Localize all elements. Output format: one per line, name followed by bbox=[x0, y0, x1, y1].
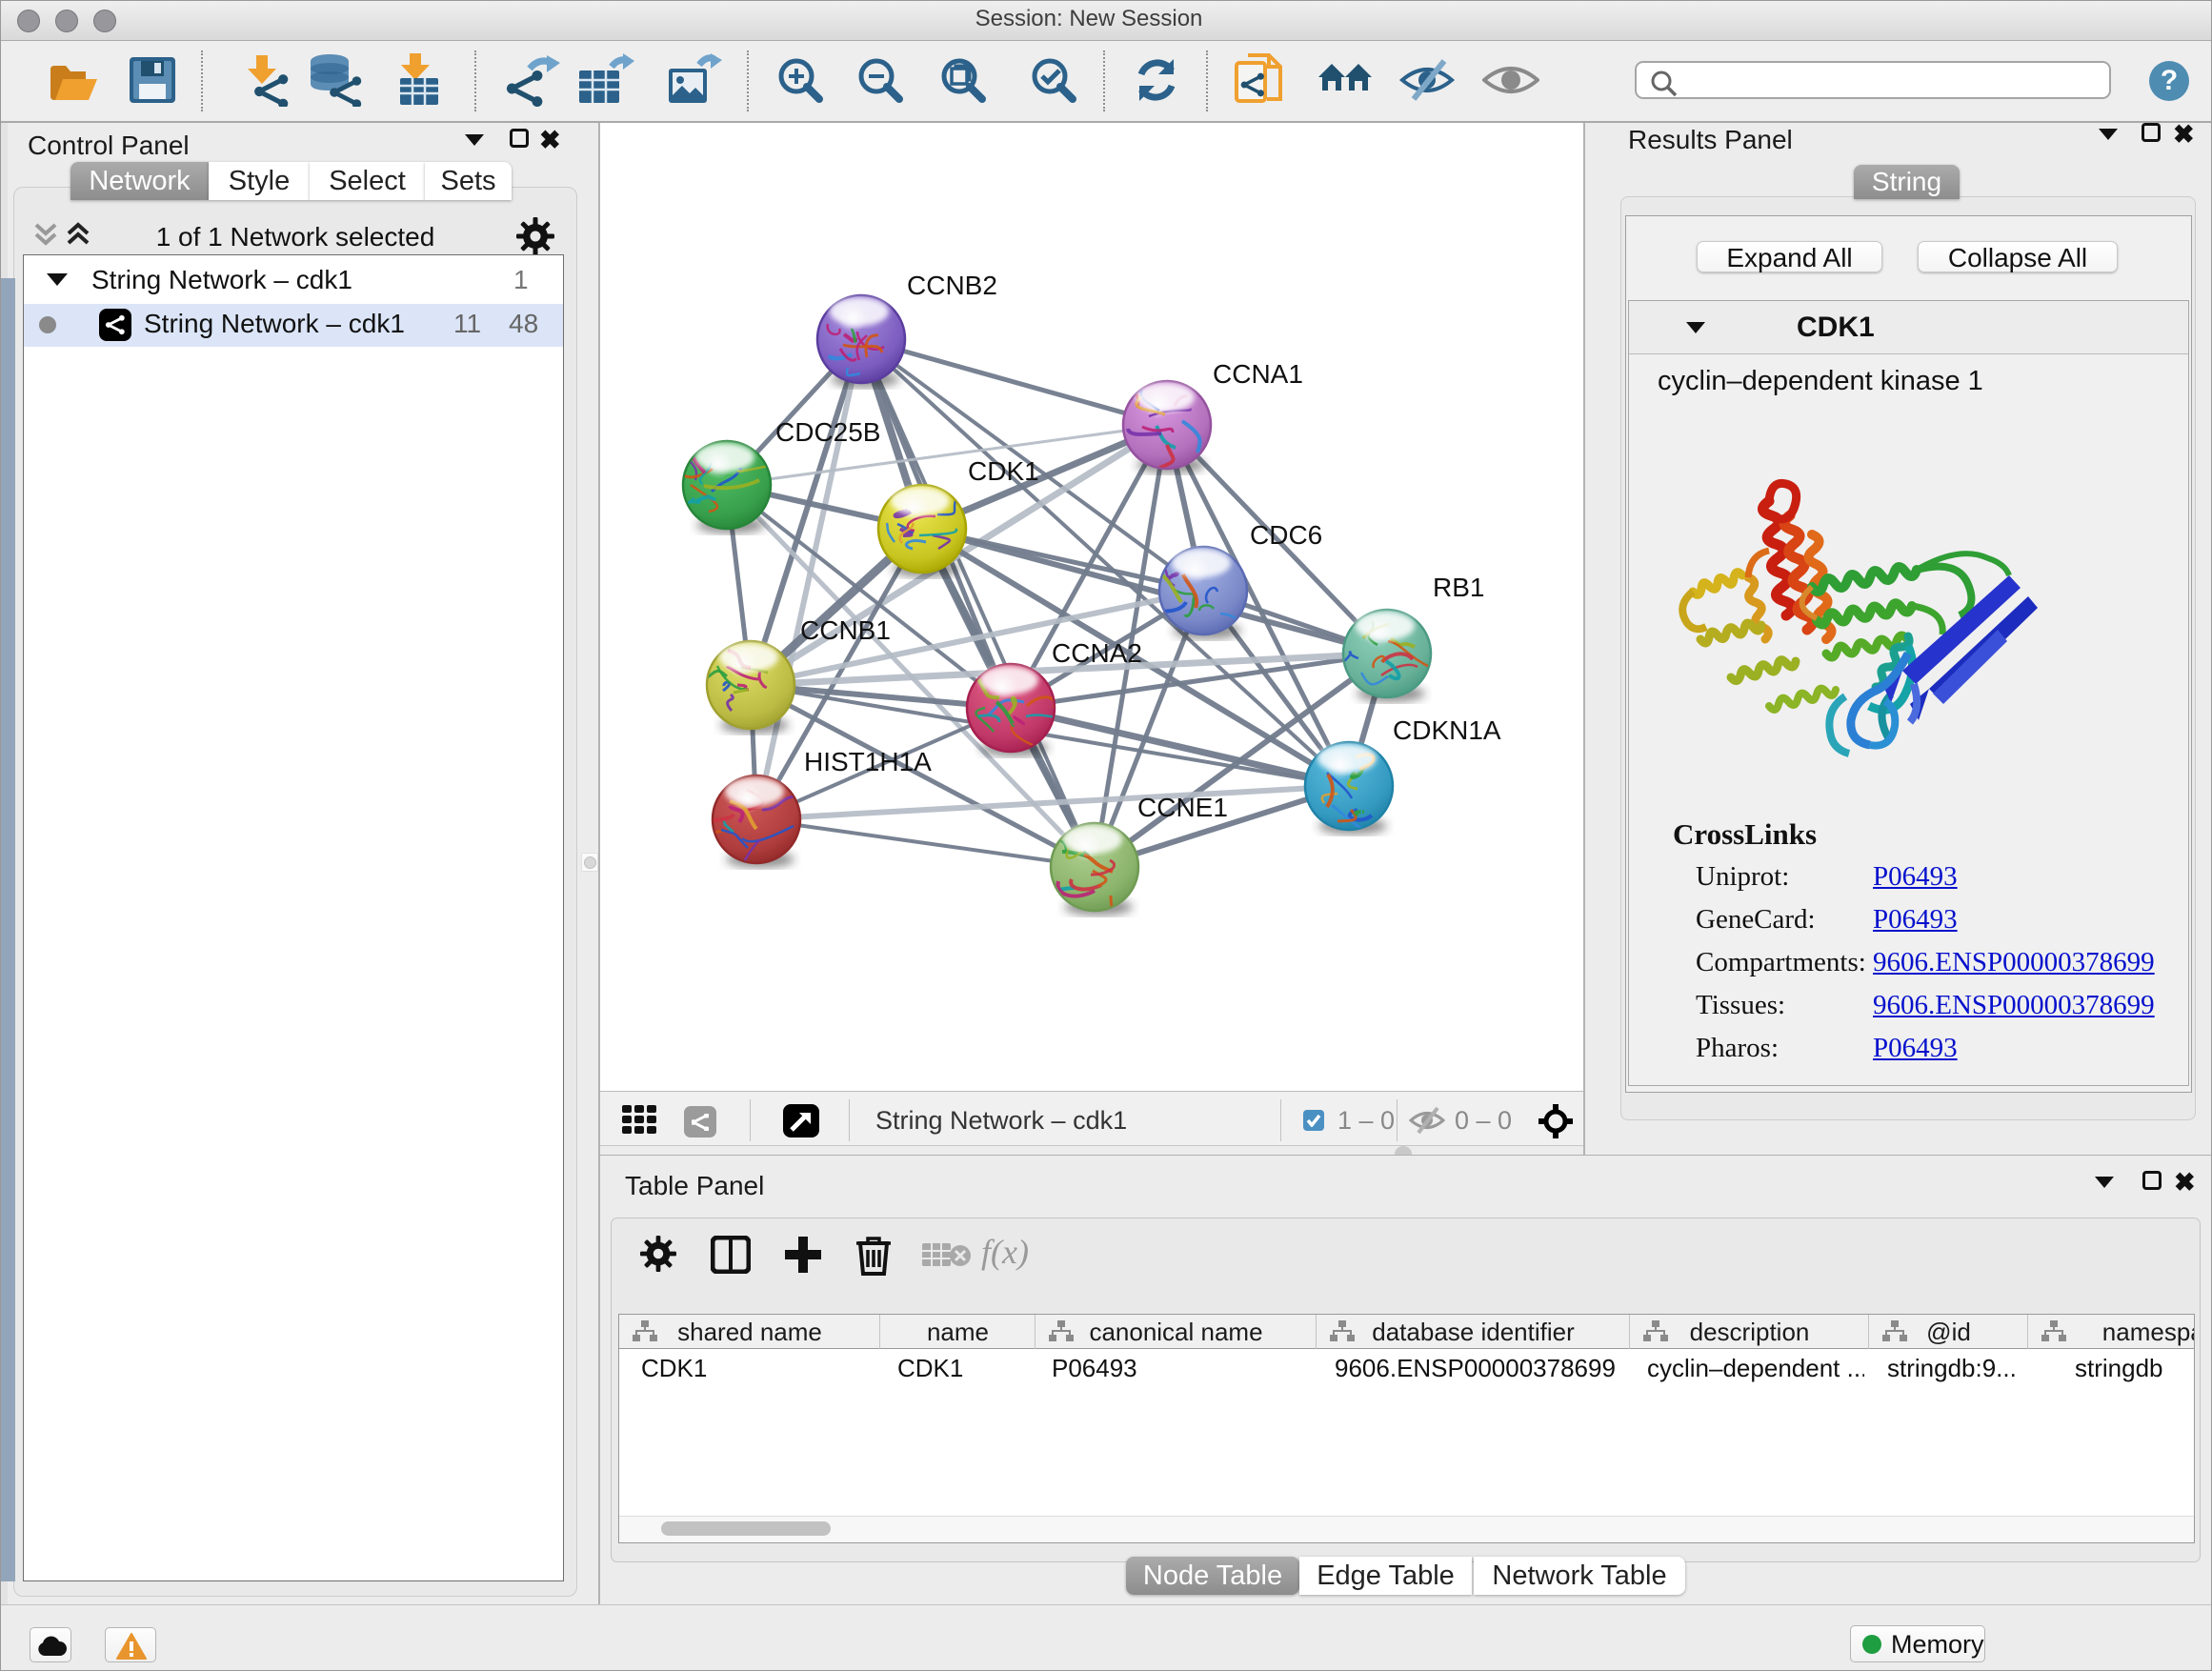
svg-text:RB1: RB1 bbox=[1433, 573, 1484, 602]
svg-text:CDC6: CDC6 bbox=[1250, 520, 1322, 550]
svg-text:CCNB2: CCNB2 bbox=[907, 271, 997, 300]
svg-text:CDC25B: CDC25B bbox=[775, 417, 880, 447]
svg-text:CCNA1: CCNA1 bbox=[1213, 359, 1303, 389]
svg-text:CCNA2: CCNA2 bbox=[1052, 638, 1142, 668]
svg-text:CDKN1A: CDKN1A bbox=[1393, 715, 1501, 745]
svg-text:CCNB1: CCNB1 bbox=[800, 615, 891, 645]
svg-text:CDK1: CDK1 bbox=[968, 456, 1039, 486]
svg-text:CCNE1: CCNE1 bbox=[1137, 793, 1228, 822]
svg-text:HIST1H1A: HIST1H1A bbox=[804, 747, 932, 776]
